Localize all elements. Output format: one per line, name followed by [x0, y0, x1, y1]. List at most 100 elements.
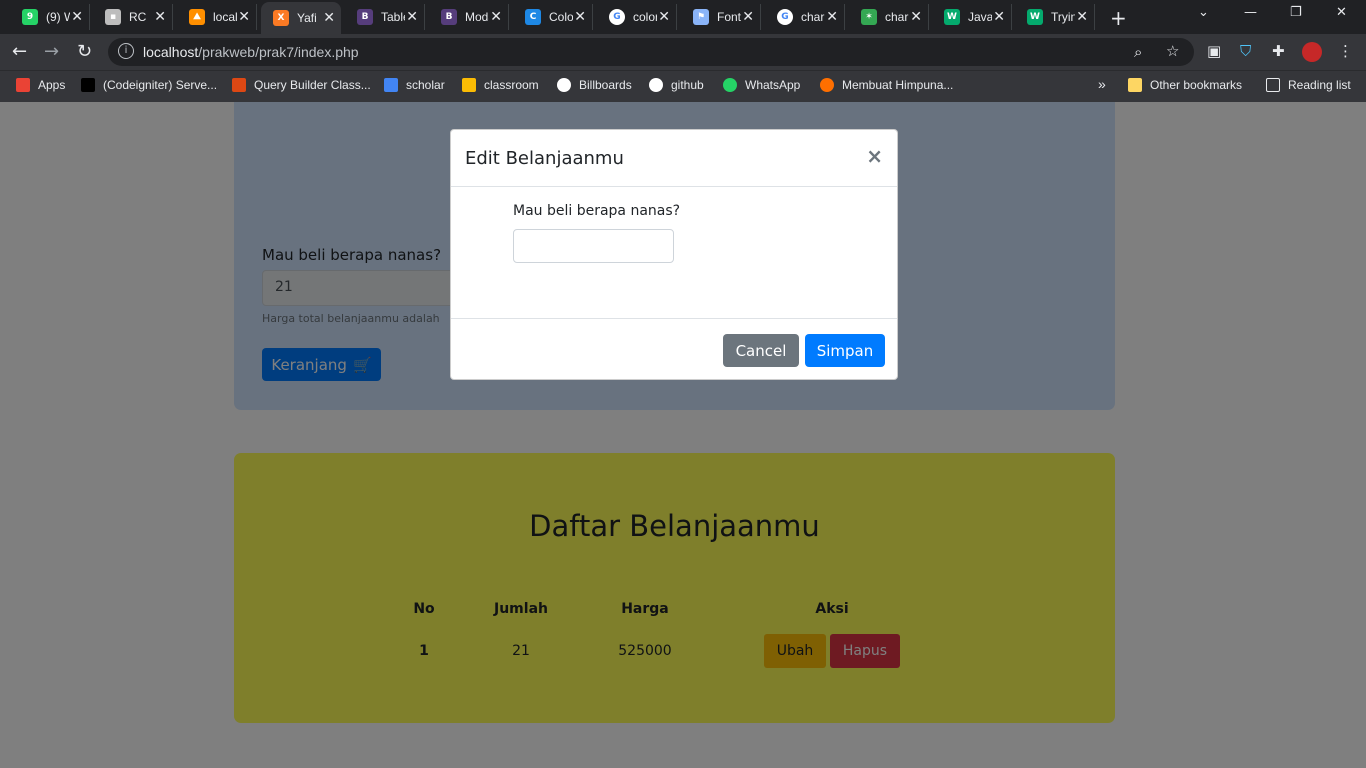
tab-title: char	[885, 10, 909, 24]
menu-icon[interactable]: ⋮	[1338, 42, 1353, 60]
browser-tab[interactable]: B Modal✕	[429, 4, 509, 30]
modal-body: Mau beli berapa nanas?	[451, 187, 897, 318]
bookmark-item[interactable]: (Codeigniter) Serve...	[81, 78, 217, 92]
other-bookmarks[interactable]: Other bookmarks	[1128, 78, 1242, 92]
bookmark-label: Apps	[38, 78, 66, 92]
reading-list-label: Reading list	[1288, 78, 1351, 92]
forward-icon[interactable]: →	[44, 41, 59, 62]
reload-icon[interactable]: ↻	[77, 41, 92, 62]
bookmark-label: github	[671, 78, 704, 92]
browser-tab[interactable]: ⛰ localhost✕	[177, 4, 257, 30]
browser-tab[interactable]: W Trying✕	[1015, 4, 1095, 30]
browser-tab[interactable]: X Yafi ✕	[261, 2, 341, 34]
apps-grid-icon	[16, 78, 30, 92]
bookmark-label: Query Builder Class...	[254, 78, 371, 92]
bookmark-item[interactable]: WhatsApp	[723, 78, 800, 92]
tab-close-icon[interactable]: ✕	[71, 9, 83, 25]
bookmark-item[interactable]: github	[649, 78, 704, 92]
close-window-icon[interactable]: ✕	[1336, 5, 1347, 20]
ball-icon	[820, 78, 834, 92]
tab-close-icon[interactable]: ✕	[993, 9, 1005, 25]
bookmark-star-icon[interactable]: ☆	[1166, 42, 1179, 60]
browser-toolbar: ← → ↻ i localhost/prakweb/prak7/index.ph…	[0, 34, 1366, 70]
tab-title: Colors	[549, 10, 573, 24]
tab-close-icon[interactable]: ✕	[910, 9, 922, 25]
tab-title: Table	[381, 10, 405, 24]
modal-header: Edit Belanjaanmu ×	[451, 130, 897, 187]
tab-close-icon[interactable]: ✕	[826, 9, 838, 25]
tab-close-icon[interactable]: ✕	[742, 9, 754, 25]
bookmark-item[interactable]: classroom	[462, 78, 539, 92]
modal-quantity-input[interactable]	[513, 229, 674, 263]
edit-modal: Edit Belanjaanmu × Mau beli berapa nanas…	[450, 129, 898, 380]
tab-close-icon[interactable]: ✕	[154, 9, 166, 25]
bookmarks-overflow-icon[interactable]: »	[1098, 76, 1106, 92]
zoom-icon[interactable]: ⌕	[1134, 43, 1142, 61]
canva-icon: C	[525, 9, 541, 25]
cancel-button[interactable]: Cancel	[723, 334, 799, 367]
w3schools-icon: W	[1027, 9, 1043, 25]
classroom-icon	[462, 78, 476, 92]
browser-tab[interactable]: Gcolor ✕	[597, 4, 677, 30]
reading-list-icon	[1266, 78, 1280, 92]
tab-close-icon[interactable]: ✕	[490, 9, 502, 25]
tab-title: RC	[129, 10, 147, 24]
browser-tab[interactable]: 9 (9) W ✕	[10, 4, 90, 30]
back-icon[interactable]: ←	[12, 41, 27, 62]
page-viewport: Mau beli berapa nanas? 21 Harga total be…	[0, 102, 1366, 768]
url-text: localhost/prakweb/prak7/index.php	[143, 44, 359, 60]
bookmark-label: (Codeigniter) Serve...	[103, 78, 218, 92]
browser-tab[interactable]: ▪ RC ✕	[93, 4, 173, 30]
browser-tab[interactable]: W Java ✕	[932, 4, 1012, 30]
tab-close-icon[interactable]: ✕	[406, 9, 418, 25]
modal-footer: Cancel Simpan	[451, 318, 897, 380]
minimize-icon[interactable]: —	[1244, 5, 1257, 20]
browser-tab-bar: 9(9) W✕▪RC✕⛰localhost✕XYafi✕BTable✕BModa…	[0, 0, 1366, 34]
close-icon[interactable]: ×	[866, 144, 883, 168]
tab-title: Yafi	[297, 11, 317, 25]
tab-title: Java	[968, 10, 992, 24]
bootstrap-icon: B	[441, 9, 457, 25]
tab-title: localhost	[213, 10, 237, 24]
browser-tab[interactable]: Gchar ✕	[765, 4, 845, 30]
tab-close-icon[interactable]: ✕	[574, 9, 586, 25]
tab-title: (9) W	[46, 10, 70, 24]
address-bar[interactable]: i localhost/prakweb/prak7/index.php ⌕ ☆	[108, 38, 1194, 66]
code-icon	[81, 78, 95, 92]
bookmarks-bar: Apps (Codeigniter) Serve... Query Builder …	[0, 70, 1366, 102]
tab-title: color	[633, 10, 657, 24]
site-info-icon[interactable]: i	[118, 43, 134, 59]
browser-tab[interactable]: ✶ char ✕	[849, 4, 929, 30]
tab-close-icon[interactable]: ✕	[1076, 9, 1088, 25]
w3schools-icon: W	[944, 9, 960, 25]
github-icon	[649, 78, 663, 92]
reading-list[interactable]: Reading list	[1266, 78, 1351, 92]
tab-close-icon[interactable]: ✕	[323, 10, 335, 26]
camera-icon[interactable]: ▣	[1207, 42, 1221, 60]
bookmark-item[interactable]: Query Builder Class...	[232, 78, 371, 92]
new-tab-icon[interactable]: +	[1110, 6, 1127, 30]
whatsapp-icon	[723, 78, 737, 92]
flag-icon: ⚑	[693, 9, 709, 25]
tab-title: Trying	[1051, 10, 1075, 24]
tab-close-icon[interactable]: ✕	[658, 9, 670, 25]
extensions-icon[interactable]: ✚	[1272, 42, 1285, 60]
pinwheel-icon: ✶	[861, 9, 877, 25]
globe-icon	[557, 78, 571, 92]
other-bookmarks-label: Other bookmarks	[1150, 78, 1243, 92]
vpn-shield-icon[interactable]: ⛉	[1240, 42, 1251, 60]
bookmark-item[interactable]: Apps	[16, 78, 65, 92]
browser-tab[interactable]: ⚑ Font ✕	[681, 4, 761, 30]
bookmark-item[interactable]: Membuat Himpuna...	[820, 78, 953, 92]
bookmark-label: classroom	[484, 78, 539, 92]
browser-tab[interactable]: C Colors✕	[513, 4, 593, 30]
browser-tab[interactable]: B Table✕	[345, 4, 425, 30]
bookmark-item[interactable]: Billboards	[557, 78, 632, 92]
scholar-icon	[384, 78, 398, 92]
tab-search-icon[interactable]: ⌄	[1198, 5, 1209, 20]
tab-close-icon[interactable]: ✕	[238, 9, 250, 25]
save-button[interactable]: Simpan	[805, 334, 885, 367]
bookmark-item[interactable]: scholar	[384, 78, 445, 92]
profile-avatar[interactable]	[1302, 42, 1322, 62]
restore-icon[interactable]: ❐	[1290, 5, 1302, 20]
